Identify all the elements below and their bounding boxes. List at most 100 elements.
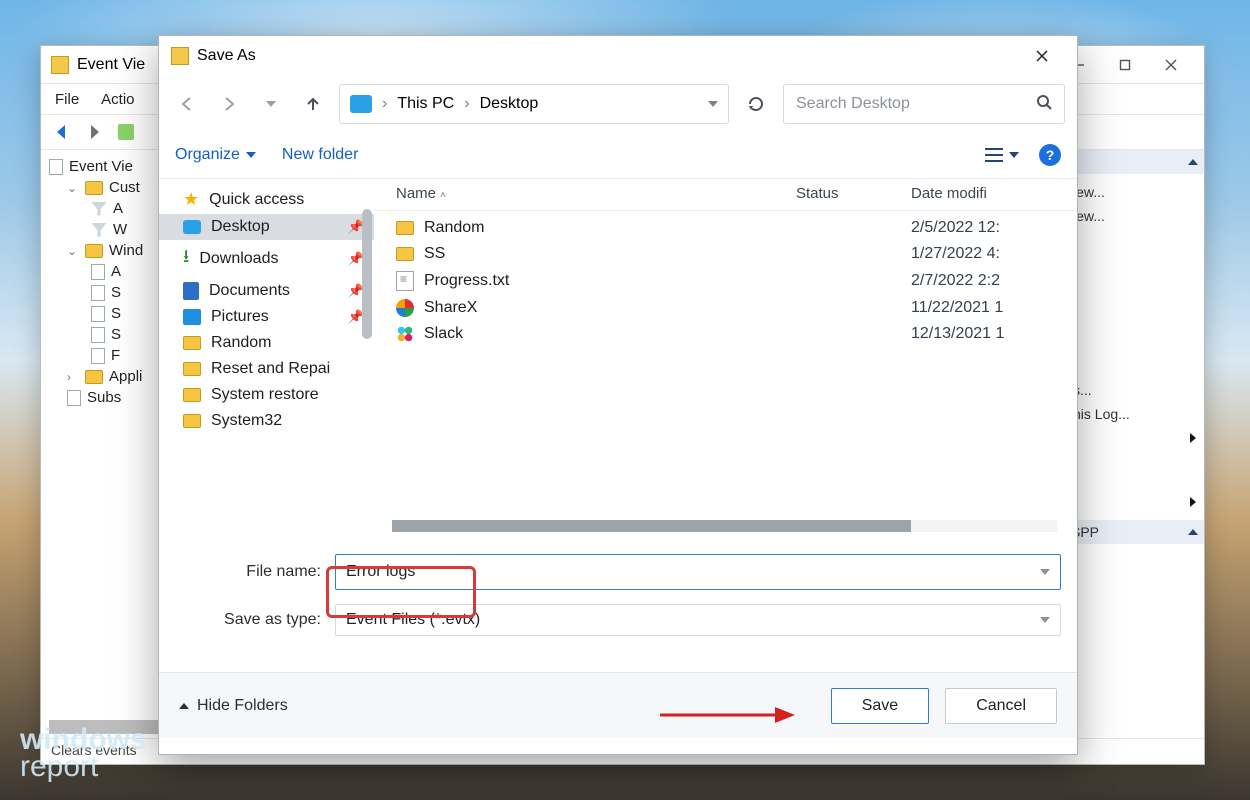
filelist-hscrollbar[interactable] — [392, 520, 1057, 532]
log-icon — [91, 327, 105, 343]
col-status[interactable]: Status — [796, 185, 839, 202]
sidebar-item[interactable]: Desktop 📌 — [159, 214, 374, 240]
chevron-right-icon[interactable]: › — [382, 95, 387, 113]
new-folder-button[interactable]: New folder — [282, 146, 358, 164]
tree-win-s3[interactable]: S — [111, 326, 121, 343]
help-button[interactable]: ? — [1039, 144, 1061, 166]
tree-custom-a[interactable]: A — [113, 200, 123, 217]
nav-forward-button[interactable] — [213, 88, 245, 120]
sidebar-item-label: Desktop — [211, 218, 270, 236]
back-icon[interactable] — [51, 121, 73, 143]
ev-title: Event Vie — [77, 56, 145, 74]
address-dropdown-icon[interactable] — [708, 101, 718, 107]
folder-icon — [85, 370, 103, 384]
tree-custom[interactable]: Cust — [109, 179, 140, 196]
save-button[interactable]: Save — [831, 688, 929, 724]
menu-file[interactable]: File — [55, 91, 79, 108]
save-as-dialog: Save As › This PC › Desktop Search Deskt… — [158, 35, 1078, 755]
collapse-icon[interactable] — [1188, 159, 1198, 165]
sidebar-item[interactable]: ⭳ Downloads 📌 — [159, 240, 374, 278]
tree-root[interactable]: Event Vie — [69, 158, 133, 175]
filename-input[interactable]: Error logs — [335, 554, 1061, 590]
nav-back-button[interactable] — [171, 88, 203, 120]
crumb-thispc[interactable]: This PC — [397, 95, 454, 113]
crumb-desktop[interactable]: Desktop — [480, 95, 539, 113]
cancel-label: Cancel — [976, 697, 1026, 714]
sa-titlebar[interactable]: Save As — [159, 36, 1077, 76]
chevron-down-icon[interactable] — [1040, 617, 1050, 623]
sidebar-item[interactable]: Pictures 📌 — [159, 304, 374, 330]
chevron-down-icon[interactable] — [1040, 569, 1050, 575]
sidebar-item[interactable]: Reset and Repai — [159, 356, 374, 382]
tree-custom-w[interactable]: W — [113, 221, 127, 238]
file-row[interactable]: Progress.txt 2/7/2022 2:2 — [374, 267, 1077, 295]
col-name[interactable]: Name — [396, 185, 436, 202]
menu-action[interactable]: Actio — [101, 91, 134, 108]
file-row[interactable]: Random 2/5/2022 12: — [374, 215, 1077, 241]
file-list-header[interactable]: Name ˄ Status Date modifi — [374, 179, 1077, 211]
forward-icon[interactable] — [83, 121, 105, 143]
file-name: Slack — [424, 325, 463, 343]
folder-icon — [85, 244, 103, 258]
file-name: ShareX — [424, 299, 477, 317]
sidebar-item[interactable]: Random — [159, 330, 374, 356]
file-date: 11/22/2021 1 — [911, 299, 1067, 317]
sa-toolbar: Organize New folder ? — [159, 138, 1077, 178]
sa-sidebar[interactable]: ★ Quick access Desktop 📌 ⭳ Downloads 📌 D… — [159, 179, 374, 536]
file-row[interactable]: ShareX 11/22/2021 1 — [374, 295, 1077, 321]
chevron-right-icon[interactable]: › — [464, 95, 469, 113]
sidebar-item[interactable]: System32 — [159, 408, 374, 434]
folder-icon — [396, 247, 414, 261]
file-row[interactable]: Slack 12/13/2021 1 — [374, 321, 1077, 347]
maximize-button[interactable] — [1102, 50, 1148, 80]
organize-menu[interactable]: Organize — [175, 146, 256, 164]
action-item[interactable]: s... — [1073, 378, 1196, 402]
savetype-combo[interactable]: Event Files (*.evtx) — [335, 604, 1061, 636]
file-row[interactable]: SS 1/27/2022 4: — [374, 241, 1077, 267]
action-item[interactable]: iew... — [1073, 204, 1196, 228]
chevron-right-icon[interactable] — [1190, 433, 1196, 443]
chevron-down-icon[interactable]: ⌄ — [67, 181, 79, 195]
nav-recent-button[interactable] — [255, 88, 287, 120]
tree-win-f[interactable]: F — [111, 347, 120, 364]
close-button[interactable] — [1019, 41, 1065, 71]
chevron-right-icon[interactable]: › — [67, 370, 79, 384]
hide-folders-button[interactable]: Hide Folders — [179, 697, 288, 715]
collapse-icon[interactable] — [1188, 529, 1198, 535]
sidebar-item[interactable]: ★ Quick access — [159, 185, 374, 214]
tree-win-s2[interactable]: S — [111, 305, 121, 322]
cancel-button[interactable]: Cancel — [945, 688, 1057, 724]
tree-appl[interactable]: Appli — [109, 368, 142, 385]
sidebar-item[interactable]: System restore — [159, 382, 374, 408]
filename-label: File name: — [175, 563, 335, 581]
action-item[interactable]: iew... — [1073, 180, 1196, 204]
chevron-down-icon[interactable]: ⌄ — [67, 244, 79, 258]
file-list[interactable]: Name ˄ Status Date modifi Random 2/5/2022… — [374, 179, 1077, 536]
tree-subs[interactable]: Subs — [87, 389, 121, 406]
view-mode-button[interactable] — [983, 146, 1019, 164]
address-bar[interactable]: › This PC › Desktop — [339, 84, 729, 124]
sidebar-item[interactable]: Documents 📌 — [159, 278, 374, 304]
download-icon: ⭳ — [183, 244, 189, 274]
close-button[interactable] — [1148, 50, 1194, 80]
sa-fields: File name: Error logs Save as type: Even… — [159, 536, 1077, 672]
chevron-down-icon — [246, 152, 256, 158]
sidebar-item-label: Quick access — [209, 191, 304, 209]
refresh-button[interactable] — [739, 87, 773, 121]
log-icon — [91, 264, 105, 280]
file-date: 12/13/2021 1 — [911, 325, 1067, 343]
col-date[interactable]: Date modifi — [911, 185, 987, 202]
action-item[interactable]: his Log... — [1073, 402, 1196, 426]
toolbar-icon[interactable] — [115, 121, 137, 143]
nav-up-button[interactable] — [297, 88, 329, 120]
sort-asc-icon[interactable]: ˄ — [440, 190, 446, 201]
sidebar-scrollbar[interactable] — [362, 209, 372, 339]
search-placeholder: Search Desktop — [796, 95, 910, 113]
search-input[interactable]: Search Desktop — [783, 84, 1065, 124]
tree-win-s1[interactable]: S — [111, 284, 121, 301]
chevron-down-icon — [1009, 152, 1019, 158]
sidebar-item-label: Downloads — [199, 250, 278, 268]
tree-win-a[interactable]: A — [111, 263, 121, 280]
tree-windows[interactable]: Wind — [109, 242, 143, 259]
chevron-right-icon[interactable] — [1190, 497, 1196, 507]
